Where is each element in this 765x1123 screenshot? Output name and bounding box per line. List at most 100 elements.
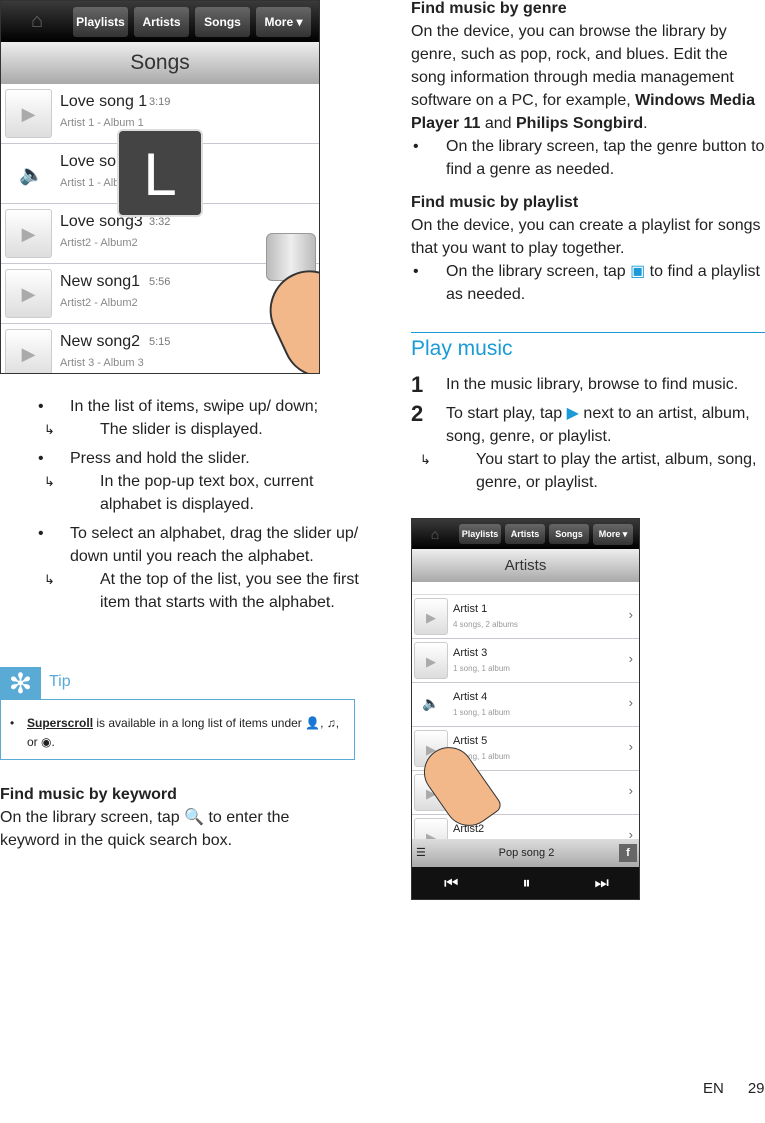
play-icon: ▶ bbox=[414, 642, 448, 679]
artist-row: ▶ Artist 3 1 song, 1 album › bbox=[412, 639, 639, 683]
step-number: 2 bbox=[411, 401, 424, 426]
screen-header: Artists bbox=[412, 549, 639, 582]
tip-icon: ✻ bbox=[0, 667, 41, 700]
home-icon: ⌂ bbox=[430, 526, 440, 542]
play-icon: ▶ bbox=[5, 269, 52, 318]
playlist-icon: ▣ bbox=[630, 263, 646, 280]
result-arrow-icon: ↳ bbox=[44, 572, 55, 587]
speaker-icon: 🔈 bbox=[19, 164, 44, 186]
play-icon: ▶ bbox=[5, 329, 52, 373]
tip-label: Tip bbox=[49, 673, 71, 690]
artist-name: Artist 5 bbox=[453, 735, 488, 747]
now-playing-bar: ☰ Pop song 2 f bbox=[412, 839, 639, 867]
step-text: In the music library, browse to find mus… bbox=[446, 376, 739, 393]
step-result: At the top of the list, you see the firs… bbox=[100, 571, 359, 611]
tab-artists: Artists bbox=[134, 6, 189, 37]
song-subtitle: Artist2 - Album2 bbox=[60, 237, 138, 249]
result-arrow-icon: ↳ bbox=[44, 422, 55, 437]
page-number: 29 bbox=[747, 1080, 765, 1097]
body-text: On the library screen, tap bbox=[0, 809, 185, 826]
letter-popup: L bbox=[117, 129, 203, 217]
product-name: Philips Songbird bbox=[516, 115, 644, 132]
step-number: 1 bbox=[411, 372, 424, 397]
play-icon: ▶ bbox=[566, 405, 579, 422]
tip-sep: . bbox=[51, 735, 55, 749]
keyword-section: Find music by keyword On the library scr… bbox=[0, 783, 330, 852]
artists-screenshot: ⌂ Playlists Artists Songs More ▾ Artists… bbox=[411, 518, 640, 900]
result-arrow-icon: ↳ bbox=[420, 452, 431, 467]
chevron-right-icon: › bbox=[628, 739, 633, 754]
superscroll-steps: • In the list of items, swipe up/ down; ↳… bbox=[38, 395, 360, 614]
section-divider bbox=[411, 332, 765, 333]
step-result: You start to play the artist, album, son… bbox=[476, 451, 757, 491]
artist-row: ▶ Artist 1 4 songs, 2 albums › bbox=[412, 595, 639, 639]
chevron-right-icon: › bbox=[628, 783, 633, 798]
page-footer: EN 29 bbox=[703, 1080, 765, 1097]
speaker-icon: 🔈 bbox=[422, 695, 440, 711]
now-playing-title: Pop song 2 bbox=[498, 847, 555, 859]
next-icon: ⏭ bbox=[594, 875, 609, 892]
step-result: The slider is displayed. bbox=[100, 421, 263, 438]
tab-songs: Songs bbox=[549, 524, 589, 544]
step-result: In the pop-up text box, current alphabet… bbox=[100, 473, 314, 513]
music-note-icon: ♫ bbox=[326, 716, 336, 730]
section-title: Find music by playlist bbox=[411, 194, 579, 211]
tab-songs: Songs bbox=[195, 6, 250, 37]
artist-info: 1 song, 1 album bbox=[453, 664, 510, 673]
artist-icon: 👤 bbox=[305, 716, 321, 730]
song-subtitle: Artist2 - Album2 bbox=[60, 297, 138, 309]
artist-row: 🔈 Artist 4 1 song, 1 album › bbox=[412, 683, 639, 727]
song-duration: 3:19 bbox=[149, 96, 171, 108]
songs-screenshot: ⌂ Playlists Artists Songs More ▾ Songs ▶… bbox=[0, 0, 320, 374]
playlist-section: Find music by playlist On the device, yo… bbox=[411, 191, 765, 306]
play-icon: ▶ bbox=[5, 89, 52, 138]
chevron-right-icon: › bbox=[628, 651, 633, 666]
artist-name: Artist 1 bbox=[453, 603, 488, 615]
artist-name: Artist 3 bbox=[453, 647, 488, 659]
pause-icon: ⏸ bbox=[522, 875, 531, 892]
home-icon: ⌂ bbox=[30, 10, 44, 32]
step-text: To select an alphabet, drag the slider u… bbox=[70, 525, 359, 565]
play-steps: 1 In the music library, browse to find mu… bbox=[411, 373, 765, 494]
tab-playlists: Playlists bbox=[73, 6, 128, 37]
song-subtitle: Artist 3 - Album 3 bbox=[60, 357, 144, 369]
album-disc-icon: ◉ bbox=[41, 735, 52, 749]
chevron-right-icon: › bbox=[628, 607, 633, 622]
result-arrow-icon: ↳ bbox=[44, 474, 55, 489]
body-text: and bbox=[480, 115, 516, 132]
artist-name: Artist 4 bbox=[453, 691, 488, 703]
song-title: New song1 bbox=[60, 273, 141, 290]
tip-box: • Superscroll is available in a long lis… bbox=[0, 699, 355, 760]
song-title: New song2 bbox=[60, 333, 141, 350]
song-title: Love song 1 bbox=[60, 93, 148, 110]
genre-section: Find music by genre On the device, you c… bbox=[411, 0, 765, 181]
tab-more: More ▾ bbox=[593, 523, 633, 545]
tip-bold: Superscroll bbox=[27, 716, 94, 730]
song-duration: 5:15 bbox=[149, 336, 171, 348]
song-duration: 5:56 bbox=[149, 276, 171, 288]
tip-text: is available in a long list of items und… bbox=[93, 716, 306, 730]
screen-header: Songs bbox=[1, 42, 319, 84]
step-text: Press and hold the slider. bbox=[70, 450, 250, 467]
song-row: ▶ New song2 5:15 Artist 3 - Album 3 bbox=[1, 324, 319, 373]
play-music-title: Play music bbox=[411, 337, 513, 360]
step: • To select an alphabet, drag the slider … bbox=[38, 525, 359, 611]
step: • Press and hold the slider. ↳ In the pop-… bbox=[38, 450, 314, 513]
section-title: Find music by genre bbox=[411, 0, 567, 17]
language-label: EN bbox=[703, 1080, 724, 1097]
step-text: In the list of items, swipe up/ down; bbox=[70, 398, 319, 415]
facebook-icon: f bbox=[619, 844, 637, 862]
queue-icon: ☰ bbox=[416, 847, 426, 859]
artist-info: 4 songs, 2 albums bbox=[453, 620, 518, 629]
play-icon: ▶ bbox=[5, 209, 52, 258]
tab-more: More ▾ bbox=[256, 6, 311, 37]
chevron-right-icon: › bbox=[628, 695, 633, 710]
section-title: Find music by keyword bbox=[0, 786, 177, 803]
previous-icon: ⏮ bbox=[444, 875, 459, 892]
tip-sep: , bbox=[320, 716, 327, 730]
tab-playlists: Playlists bbox=[459, 524, 501, 544]
body-text: On the device, you can create a playlist… bbox=[411, 217, 761, 257]
artist-info: 1 song, 1 album bbox=[453, 708, 510, 717]
step: • In the list of items, swipe up/ down; ↳… bbox=[38, 395, 360, 441]
song-subtitle: Artist 1 - Album 1 bbox=[60, 117, 144, 129]
